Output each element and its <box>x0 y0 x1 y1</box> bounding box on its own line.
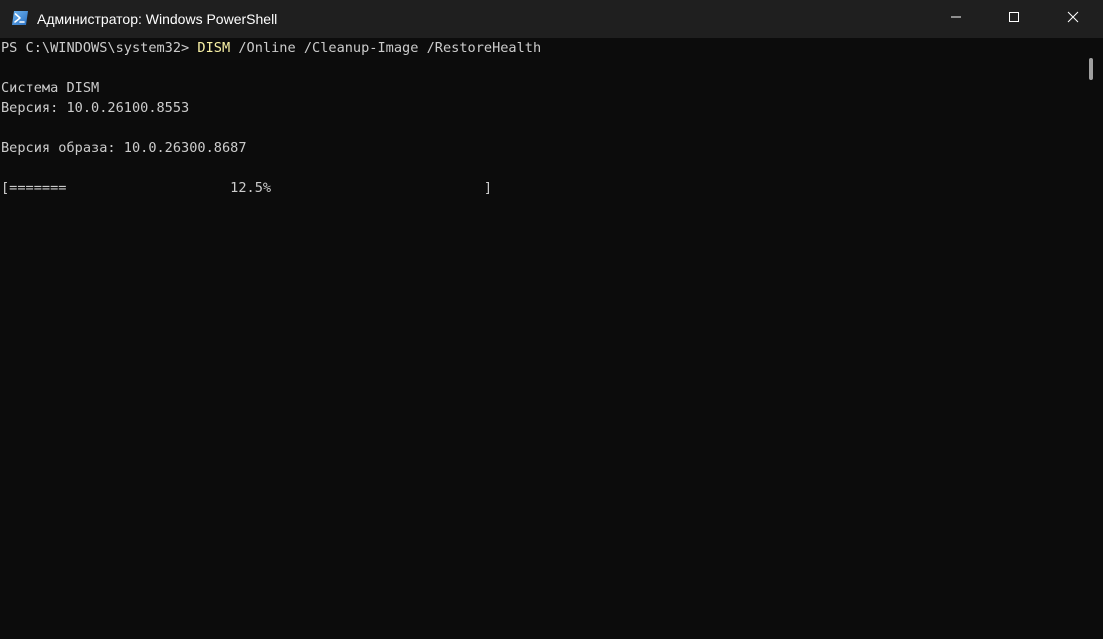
command-args: /Online /Cleanup-Image /RestoreHealth <box>230 40 542 56</box>
command-name: DISM <box>197 40 231 56</box>
close-button[interactable] <box>1043 0 1103 38</box>
prompt: PS C:\WINDOWS\system32> <box>1 40 198 56</box>
powershell-icon <box>11 10 29 26</box>
powershell-window: Администратор: Windows PowerShell PS C:\… <box>0 0 1103 639</box>
vertical-scrollbar[interactable] <box>1081 38 1103 639</box>
progress-line: [======= 12.5% ] <box>1 180 493 196</box>
title-bar[interactable]: Администратор: Windows PowerShell <box>0 0 1103 38</box>
tool-version-line: Версия: 10.0.26100.8553 <box>1 100 190 116</box>
image-version-line: Версия образа: 10.0.26300.8687 <box>1 140 247 156</box>
command-line: PS C:\WINDOWS\system32> DISM /Online /Cl… <box>1 38 541 58</box>
terminal-output[interactable]: PS C:\WINDOWS\system32> DISM /Online /Cl… <box>0 38 1081 639</box>
maximize-icon <box>1008 10 1020 28</box>
maximize-button[interactable] <box>985 0 1043 38</box>
minimize-icon <box>950 10 962 28</box>
window-title: Администратор: Windows PowerShell <box>37 11 278 27</box>
tool-name-line: Система DISM <box>1 80 100 96</box>
minimize-button[interactable] <box>927 0 985 38</box>
close-icon <box>1067 10 1079 28</box>
scrollbar-thumb[interactable] <box>1089 58 1093 80</box>
